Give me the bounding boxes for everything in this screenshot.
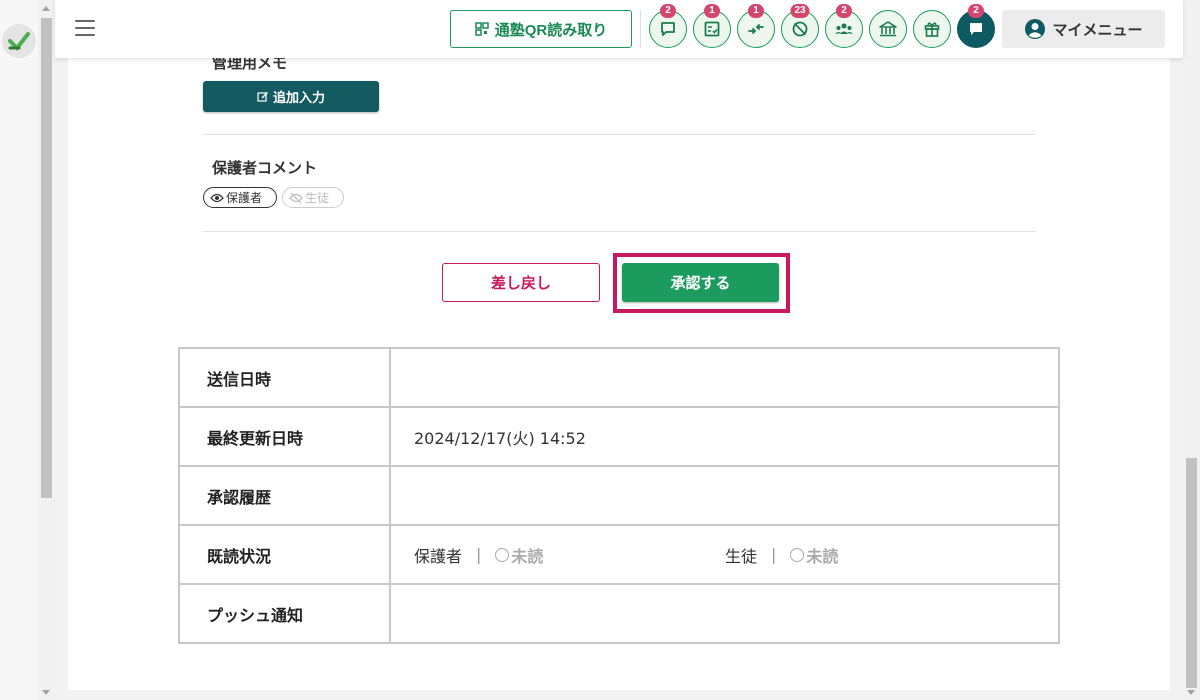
qr-scan-button[interactable]: 通塾QR読み取り bbox=[450, 10, 632, 48]
eye-off-icon bbox=[289, 192, 303, 203]
checklist-button[interactable]: 1 bbox=[693, 4, 731, 48]
logo-icon bbox=[8, 32, 30, 52]
student-visibility-tag[interactable]: 生徒 bbox=[282, 187, 344, 208]
no-face-icon bbox=[792, 21, 808, 37]
my-menu-label: マイメニュー bbox=[1052, 21, 1143, 39]
bank-button[interactable] bbox=[869, 10, 907, 48]
left-scrollbar[interactable] bbox=[38, 0, 55, 700]
unread-circle-icon bbox=[495, 547, 510, 562]
arrows-in-icon bbox=[748, 24, 764, 34]
eye-icon bbox=[210, 193, 224, 202]
message-button[interactable]: 2 bbox=[957, 4, 995, 48]
scroll-up-arrow-icon[interactable] bbox=[42, 6, 50, 11]
gift-button[interactable] bbox=[913, 10, 951, 48]
updated-time-label: 最終更新日時 bbox=[178, 406, 391, 467]
add-entry-button[interactable]: 追加入力 bbox=[203, 81, 379, 112]
chat-badge: 2 bbox=[660, 4, 676, 18]
scroll-down-arrow-icon[interactable] bbox=[1187, 690, 1195, 695]
parent-comment-title: 保護者コメント bbox=[212, 159, 318, 177]
approval-history-label: 承認履歴 bbox=[178, 465, 391, 526]
approve-button[interactable]: 承認する bbox=[622, 263, 779, 302]
qr-icon bbox=[474, 22, 489, 36]
read-status-parent: 保護者 | 未読 bbox=[414, 543, 725, 567]
read-parent-label: 保護者 bbox=[414, 546, 463, 566]
group-button[interactable]: 2 bbox=[825, 4, 863, 48]
read-parent-status-text: 未読 bbox=[511, 546, 544, 566]
header-divider bbox=[640, 10, 641, 48]
table-row: 承認履歴 bbox=[178, 465, 1060, 526]
read-student-status: 未読 bbox=[790, 543, 838, 567]
info-table: 送信日時 最終更新日時 2024/12/17(火) 14:52 承認履歴 既読状… bbox=[178, 347, 1060, 644]
user-icon bbox=[1025, 19, 1046, 39]
read-student-label: 生徒 bbox=[725, 546, 758, 566]
qr-scan-label: 通塾QR読み取り bbox=[494, 21, 608, 39]
section-divider bbox=[203, 231, 1036, 232]
table-row: 送信日時 bbox=[178, 347, 1060, 408]
send-time-label: 送信日時 bbox=[178, 347, 391, 408]
no-face-button[interactable]: 23 bbox=[781, 4, 819, 48]
edit-icon bbox=[257, 91, 268, 102]
table-row: プッシュ通知 bbox=[178, 583, 1060, 644]
read-status-label: 既読状況 bbox=[178, 524, 391, 585]
reject-button[interactable]: 差し戻し bbox=[442, 263, 600, 302]
read-status-student: 生徒 | 未読 bbox=[725, 543, 1036, 567]
hamburger-menu-icon[interactable] bbox=[75, 20, 95, 36]
push-notification-label: プッシュ通知 bbox=[178, 583, 391, 644]
approval-history-value bbox=[389, 465, 1060, 526]
parent-visibility-tag[interactable]: 保護者 bbox=[203, 187, 277, 208]
top-header: 通塾QR読み取り 2 1 1 23 2 2 マイメニュー bbox=[55, 0, 1183, 58]
gift-icon bbox=[924, 22, 940, 37]
right-scrollbar[interactable] bbox=[1183, 0, 1200, 700]
add-entry-label: 追加入力 bbox=[272, 91, 325, 106]
message-badge: 2 bbox=[968, 4, 984, 18]
updated-time-value: 2024/12/17(火) 14:52 bbox=[389, 406, 1060, 467]
group-icon bbox=[835, 23, 853, 34]
arrows-in-button[interactable]: 1 bbox=[737, 4, 775, 48]
send-time-value bbox=[389, 347, 1060, 408]
checklist-badge: 1 bbox=[704, 4, 720, 18]
no-face-badge: 23 bbox=[790, 4, 810, 18]
scroll-thumb[interactable] bbox=[41, 18, 52, 498]
read-separator: | bbox=[771, 545, 777, 564]
chat-button[interactable]: 2 bbox=[649, 4, 687, 48]
bank-icon bbox=[879, 21, 897, 37]
app-logo[interactable] bbox=[2, 24, 36, 58]
group-badge: 2 bbox=[836, 4, 852, 18]
my-menu-button[interactable]: マイメニュー bbox=[1002, 10, 1165, 48]
read-student-status-text: 未読 bbox=[806, 546, 839, 566]
read-status-value: 保護者 | 未読 生徒 | 未読 bbox=[389, 524, 1060, 585]
push-notification-value bbox=[389, 583, 1060, 644]
chat-icon bbox=[661, 22, 675, 36]
arrows-in-badge: 1 bbox=[748, 4, 764, 18]
message-icon bbox=[970, 23, 982, 35]
scroll-down-arrow-icon[interactable] bbox=[42, 690, 50, 695]
student-visibility-label: 生徒 bbox=[305, 191, 330, 205]
section-divider bbox=[203, 134, 1036, 135]
read-separator: | bbox=[476, 545, 482, 564]
unread-circle-icon bbox=[790, 547, 805, 562]
scroll-thumb[interactable] bbox=[1186, 458, 1197, 688]
parent-visibility-label: 保護者 bbox=[226, 191, 263, 205]
table-row: 最終更新日時 2024/12/17(火) 14:52 bbox=[178, 406, 1060, 467]
read-parent-status: 未読 bbox=[495, 543, 543, 567]
main-content: 管理用メモ 追加入力 保護者コメント 保護者 生徒 差し戻し 承認する 送信日時 bbox=[68, 54, 1170, 690]
checklist-icon bbox=[704, 21, 720, 37]
table-row: 既読状況 保護者 | 未読 生徒 | 未読 bbox=[178, 524, 1060, 585]
left-rail bbox=[0, 0, 38, 700]
